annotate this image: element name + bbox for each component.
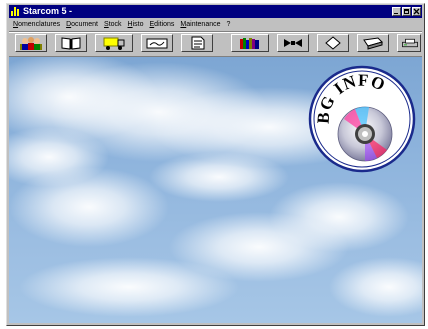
document-icon xyxy=(191,36,205,50)
menu-histo[interactable]: Histo xyxy=(128,19,144,30)
window-title: Starcom 5 - xyxy=(23,6,73,16)
toolbar-keyboard-button[interactable] xyxy=(141,34,173,52)
printer-icon xyxy=(402,38,418,48)
maximize-button[interactable] xyxy=(402,7,411,16)
toolbar-diskette-button[interactable] xyxy=(317,34,349,52)
close-button[interactable] xyxy=(412,7,421,16)
toolbar-books-button[interactable] xyxy=(231,34,269,52)
eraser-icon xyxy=(363,37,383,50)
minimize-icon xyxy=(394,13,398,14)
toolbar-eraser-button[interactable] xyxy=(357,34,389,52)
book-icon xyxy=(61,37,81,50)
bg-info-logo: BG INFO xyxy=(308,65,416,173)
minimize-button[interactable] xyxy=(392,7,401,16)
menu-maintenance[interactable]: Maintenance xyxy=(180,19,220,30)
diskette-icon xyxy=(325,36,341,50)
arrows-icon xyxy=(284,39,302,47)
client-area: BG INFO xyxy=(9,57,422,323)
toolbar-book-button[interactable] xyxy=(55,34,87,52)
menu-bar: Nomenclatures Document Stock Histo Editi… xyxy=(9,19,422,30)
keyboard-icon xyxy=(146,38,168,49)
toolbar-printer-button[interactable] xyxy=(397,34,421,52)
toolbar-document-button[interactable] xyxy=(181,34,213,52)
menu-editions[interactable]: Editions xyxy=(150,19,175,30)
title-buttons xyxy=(392,7,421,16)
menu-help[interactable]: ? xyxy=(227,19,231,30)
menu-stock[interactable]: Stock xyxy=(104,19,122,30)
toolbar-arrows-button[interactable] xyxy=(277,34,309,52)
books-icon xyxy=(240,38,259,49)
toolbar xyxy=(9,31,422,57)
cd-icon xyxy=(337,106,393,162)
maximize-icon xyxy=(404,9,409,14)
users-icon xyxy=(20,37,42,50)
app-window: Starcom 5 - Nomenclatures Document Stock… xyxy=(6,3,425,326)
close-icon xyxy=(413,8,420,15)
toolbar-truck-button[interactable] xyxy=(95,34,133,52)
toolbar-users-button[interactable] xyxy=(15,34,47,52)
truck-icon xyxy=(103,37,125,50)
title-bar[interactable]: Starcom 5 - xyxy=(9,5,422,18)
app-icon[interactable] xyxy=(11,7,20,16)
menu-nomenclatures[interactable]: Nomenclatures xyxy=(13,19,60,30)
menu-document[interactable]: Document xyxy=(66,19,98,30)
